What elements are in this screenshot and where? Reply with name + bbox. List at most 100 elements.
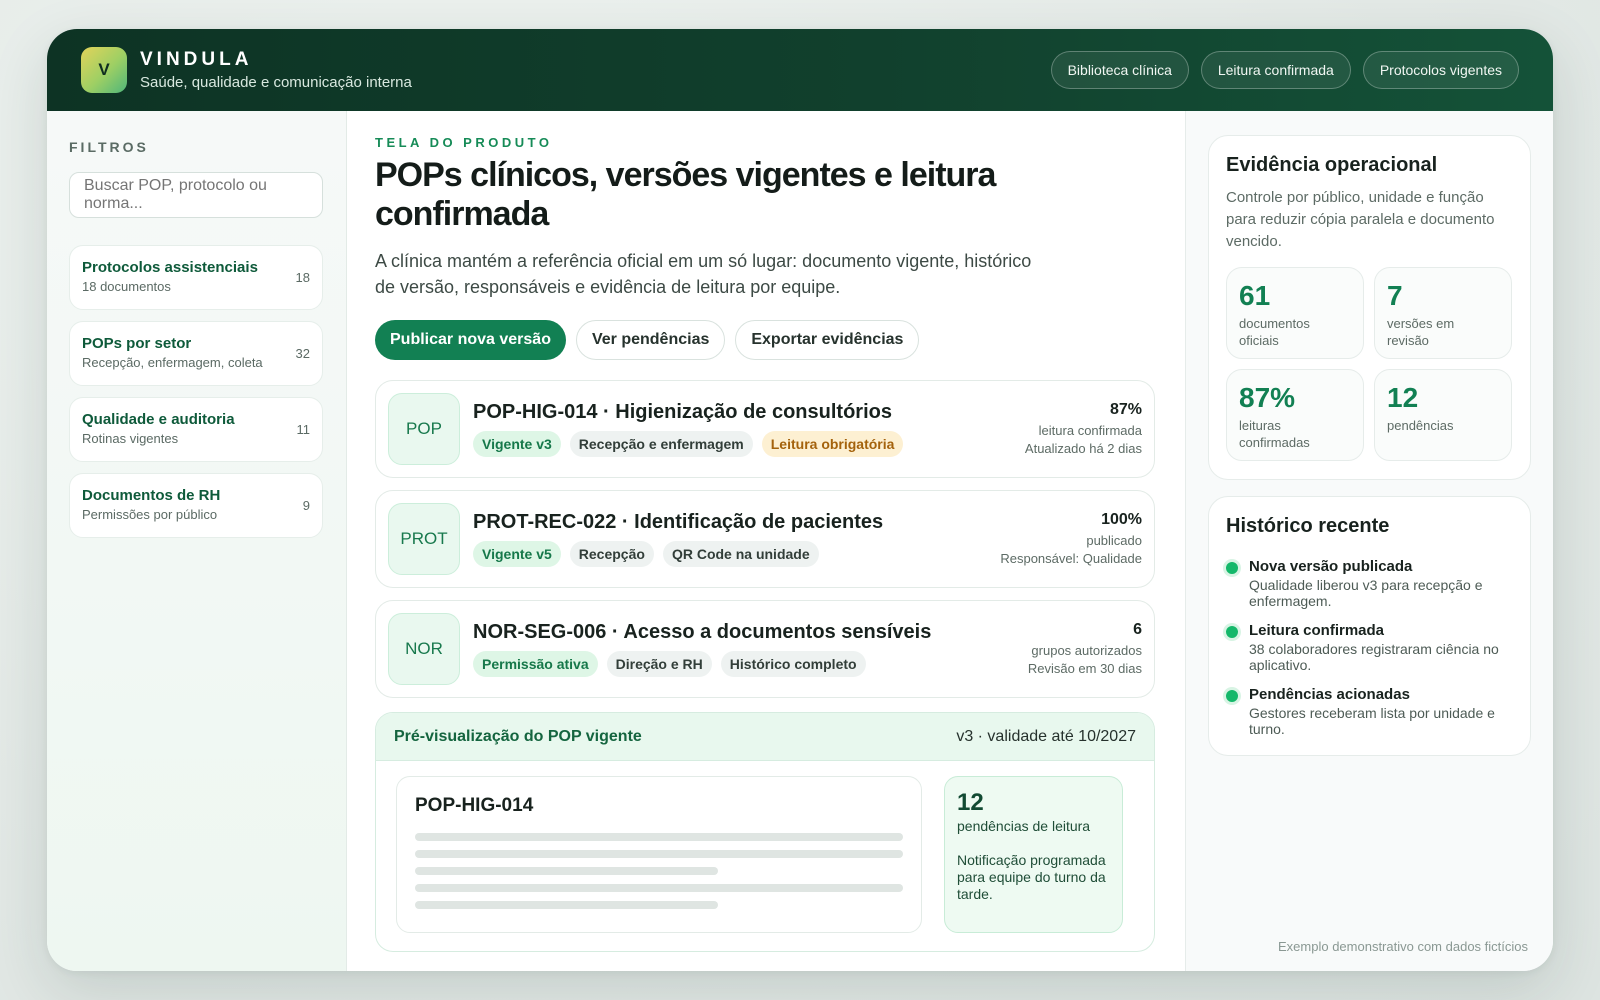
filter-protocolos-assistenciais[interactable]: Protocolos assistenciais 18 documentos 1…	[69, 245, 323, 310]
text-line-placeholder	[415, 867, 718, 875]
lead-text: A clínica mantém a referência oficial em…	[375, 251, 1032, 297]
publish-version-button[interactable]: Publicar nova versão	[375, 320, 566, 360]
doc-card-nor-seg-006[interactable]: NOR NOR-SEG-006 · Acesso a documentos se…	[375, 600, 1155, 698]
filter-count: 9	[302, 498, 310, 513]
eyebrow-label: TELA DO PRODUTO	[375, 135, 553, 150]
doc-metric-label: grupos autorizados	[1031, 643, 1142, 658]
export-evidence-button[interactable]: Exportar evidências	[735, 320, 920, 360]
status-badge: Permissão ativa	[473, 651, 598, 677]
stat-card: 61 documentos oficiais	[1226, 267, 1364, 359]
status-dot-icon	[1226, 562, 1238, 574]
stat-value: 87%	[1239, 382, 1296, 413]
doc-meta-detail: Revisão em 30 dias	[1027, 661, 1142, 676]
preview-title: Pré-visualização do POP vigente	[394, 727, 642, 745]
search-input[interactable]	[69, 172, 323, 218]
history-item-title: Leitura confirmada	[1249, 622, 1385, 639]
filter-pops-por-setor[interactable]: POPs por setor Recepção, enfermagem, col…	[69, 321, 323, 386]
top-nav: Biblioteca clínica Leitura confirmada Pr…	[1050, 51, 1519, 89]
preview-body: POP-HIG-014 12 pendências de leitura Not…	[376, 761, 1154, 948]
history-item-title: Nova versão publicada	[1249, 558, 1413, 575]
demo-footnote: Exemplo demonstrativo com dados fictício…	[1278, 939, 1528, 954]
history-item: Pendências acionadas Gestores receberam …	[1226, 686, 1513, 737]
sheet-title: POP-HIG-014	[415, 795, 534, 816]
filter-subtitle: Rotinas vigentes	[82, 431, 179, 446]
nav-biblioteca-clinica[interactable]: Biblioteca clínica	[1050, 51, 1189, 89]
text-line-placeholder	[415, 850, 903, 858]
audience-tag: Recepção e enfermagem	[569, 431, 753, 457]
brand-subtitle: Saúde, qualidade e comunicação interna	[140, 74, 412, 91]
audience-tag: Recepção	[569, 541, 654, 567]
filter-documentos-rh[interactable]: Documentos de RH Permissões por público …	[69, 473, 323, 538]
filter-subtitle: 18 documentos	[82, 279, 171, 294]
history-item-desc: Qualidade liberou v3 para recepção e enf…	[1249, 577, 1483, 609]
stat-label: versões em revisão	[1387, 316, 1455, 348]
history-item: Leitura confirmada 38 colaboradores regi…	[1226, 622, 1513, 673]
doc-metric-label: leitura confirmada	[1038, 423, 1142, 438]
text-line-placeholder	[415, 884, 903, 892]
stat-value: 7	[1387, 280, 1403, 311]
status-badge: Vigente v5	[473, 541, 561, 567]
right-column: Evidência operacional Controle por públi…	[1185, 111, 1553, 971]
doc-metric-label: publicado	[1086, 533, 1142, 548]
stat-label: documentos oficiais	[1239, 316, 1310, 348]
status-badge: Vigente v3	[473, 431, 561, 457]
filter-title: Protocolos assistenciais	[82, 259, 258, 276]
brand: VINDULA Saúde, qualidade e comunicação i…	[140, 49, 412, 91]
text-line-placeholder	[415, 833, 903, 841]
doc-meta: 100% publicado Responsável: Qualidade	[1000, 511, 1142, 566]
filters-title: FILTROS	[69, 139, 149, 155]
history-panel: Histórico recente Nova versão publicada …	[1208, 496, 1531, 756]
stat-value: 12	[1387, 382, 1419, 413]
page-title: POPs clínicos, versões vigentes e leitur…	[375, 156, 996, 233]
stat-label: pendências	[1387, 418, 1454, 433]
evidence-panel: Evidência operacional Controle por públi…	[1208, 135, 1531, 480]
action-bar: Publicar nova versão Ver pendências Expo…	[375, 320, 1157, 360]
preview-header: Pré-visualização do POP vigente v3 · val…	[376, 713, 1154, 761]
filter-count: 32	[295, 346, 310, 361]
app-window: V VINDULA Saúde, qualidade e comunicação…	[47, 29, 1553, 971]
doc-meta-detail: Responsável: Qualidade	[1000, 551, 1142, 566]
filter-qualidade-auditoria[interactable]: Qualidade e auditoria Rotinas vigentes 1…	[69, 397, 323, 462]
filter-subtitle: Permissões por público	[82, 507, 218, 522]
brand-name: VINDULA	[140, 49, 253, 70]
doc-tags: Vigente v5 Recepção QR Code na unidade	[473, 541, 883, 567]
history-tag: Histórico completo	[720, 651, 866, 677]
doc-meta: 6 grupos autorizados Revisão em 30 dias	[1028, 621, 1142, 676]
filters-sidebar: FILTROS Protocolos assistenciais 18 docu…	[47, 111, 347, 971]
nav-leitura-confirmada[interactable]: Leitura confirmada	[1200, 51, 1351, 89]
text-line-placeholder	[415, 901, 718, 909]
doc-metric-value: 100%	[1101, 511, 1142, 528]
preview-version: v3 · validade até 10/2027	[956, 727, 1136, 745]
filter-count: 11	[296, 422, 311, 437]
audience-tag: Direção e RH	[606, 651, 712, 677]
vindula-logo[interactable]: V	[81, 47, 127, 93]
filter-title: Documentos de RH	[82, 487, 221, 504]
doc-title: PROT-REC-022 · Identificação de paciente…	[473, 511, 884, 533]
history-item-desc: 38 colaboradores registraram ciência no …	[1249, 641, 1499, 673]
history-item: Nova versão publicada Qualidade liberou …	[1226, 558, 1513, 609]
stat-card: 7 versões em revisão	[1374, 267, 1512, 359]
status-dot-icon	[1226, 690, 1238, 702]
pending-count: 12	[957, 789, 984, 816]
history-title: Histórico recente	[1226, 515, 1390, 537]
doc-card-prot-rec-022[interactable]: PROT PROT-REC-022 · Identificação de pac…	[375, 490, 1155, 588]
pop-preview: Pré-visualização do POP vigente v3 · val…	[375, 712, 1155, 952]
doc-metric-value: 87%	[1109, 401, 1142, 418]
doc-meta: 87% leitura confirmada Atualizado há 2 d…	[1025, 401, 1142, 456]
nav-protocolos-vigentes[interactable]: Protocolos vigentes	[1362, 51, 1519, 89]
doc-body: NOR-SEG-006 · Acesso a documentos sensív…	[473, 621, 931, 677]
evidence-description: Controle por público, unidade e função p…	[1226, 189, 1495, 250]
doc-tags: Permissão ativa Direção e RH Histórico c…	[473, 651, 931, 677]
stat-card: 12 pendências	[1374, 369, 1512, 461]
document-sheet-preview[interactable]: POP-HIG-014	[396, 776, 922, 933]
doc-type-badge: POP	[388, 393, 460, 465]
doc-title: NOR-SEG-006 · Acesso a documentos sensív…	[473, 621, 932, 643]
notification-note: Notificação programada para equipe do tu…	[957, 852, 1106, 902]
view-pending-button[interactable]: Ver pendências	[575, 320, 726, 360]
doc-card-pop-hig-014[interactable]: POP POP-HIG-014 · Higienização de consul…	[375, 380, 1155, 478]
status-dot-icon	[1226, 626, 1238, 638]
doc-meta-detail: Atualizado há 2 dias	[1024, 441, 1142, 456]
pending-readings-box: 12 pendências de leitura Notificação pro…	[944, 776, 1123, 933]
doc-body: POP-HIG-014 · Higienização de consultóri…	[473, 401, 904, 457]
channel-tag: QR Code na unidade	[662, 541, 819, 567]
